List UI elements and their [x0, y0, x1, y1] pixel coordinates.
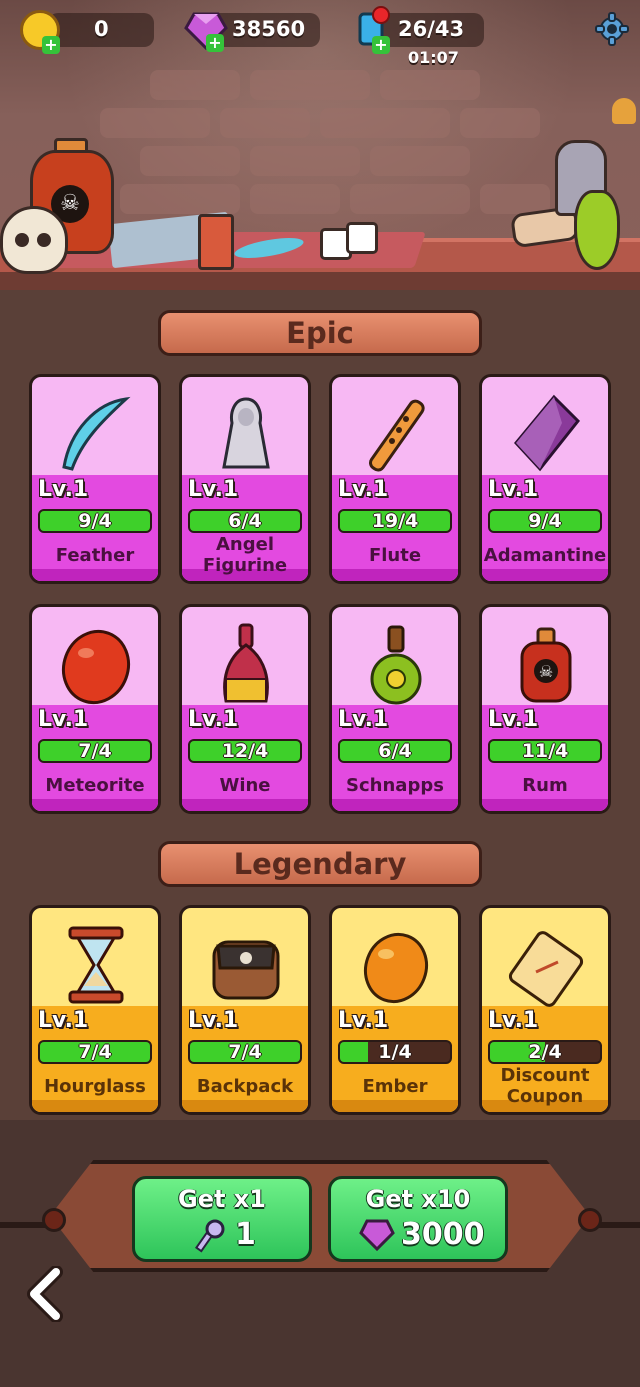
item-name: Angel Figurine	[202, 534, 288, 576]
coin-count: 0	[94, 17, 109, 41]
progress-bar: 2/4	[488, 1040, 602, 1064]
adamantine-icon	[514, 394, 581, 472]
item-card-meteorite[interactable]: Lv.1 7/4 Meteorite	[29, 604, 161, 814]
back-arrow-icon[interactable]	[22, 1266, 66, 1322]
add-gems-button[interactable]: +	[206, 34, 224, 52]
nail-icon	[42, 1208, 66, 1232]
rum-icon: ☠	[520, 627, 572, 703]
level-label: Lv.1	[488, 707, 539, 732]
level-label: Lv.1	[188, 1008, 239, 1033]
level-label: Lv.1	[188, 707, 239, 732]
progress-bar: 7/4	[38, 739, 152, 763]
nail-icon	[578, 1208, 602, 1232]
item-card-flute[interactable]: Lv.1 19/4 Flute	[329, 374, 461, 584]
item-card-discount-coupon[interactable]: Lv.1 2/4 Discount Coupon	[479, 905, 611, 1115]
progress-bar: 19/4	[338, 509, 452, 533]
button-plaque	[50, 1160, 590, 1272]
item-card-backpack[interactable]: Lv.1 7/4 Backpack	[179, 905, 311, 1115]
item-card-hourglass[interactable]: Lv.1 7/4 Hourglass	[29, 905, 161, 1115]
item-card-angel-figurine[interactable]: Lv.1 6/4 Angel Figurine	[179, 374, 311, 584]
level-label: Lv.1	[188, 477, 239, 502]
item-card-adamantine[interactable]: Lv.1 9/4 Adamantine	[479, 374, 611, 584]
feather-icon	[62, 396, 131, 471]
item-card-wine[interactable]: Lv.1 12/4 Wine	[179, 604, 311, 814]
level-label: Lv.1	[38, 1008, 89, 1033]
level-label: Lv.1	[338, 477, 389, 502]
svg-text:☠: ☠	[539, 662, 553, 681]
item-card-schnapps[interactable]: Lv.1 6/4 Schnapps	[329, 604, 461, 814]
item-name: Ember	[362, 1075, 428, 1097]
get-x1-button[interactable]: Get x1 1	[132, 1176, 312, 1262]
notification-dot	[372, 6, 390, 24]
angel-figurine-icon	[222, 397, 270, 469]
get-x10-button[interactable]: Get x10 3000	[328, 1176, 508, 1262]
item-name: Hourglass	[44, 1075, 146, 1097]
item-card-rum[interactable]: ☠ Lv.1 11/4 Rum	[479, 604, 611, 814]
legendary-section-title: Legendary	[158, 841, 482, 887]
gear-icon[interactable]	[595, 12, 629, 46]
level-label: Lv.1	[338, 707, 389, 732]
item-card-ember[interactable]: Lv.1 1/4 Ember	[329, 905, 461, 1115]
item-name: Schnapps	[346, 774, 444, 796]
item-name: Backpack	[196, 1075, 294, 1097]
progress-bar: 9/4	[38, 509, 152, 533]
schnapps-decoration	[574, 190, 620, 270]
item-name: Adamantine	[483, 544, 607, 566]
progress-bar: 1/4	[338, 1040, 452, 1064]
progress-bar: 7/4	[38, 1040, 152, 1064]
level-label: Lv.1	[38, 707, 89, 732]
level-label: Lv.1	[338, 1008, 389, 1033]
gem-count: 38560	[232, 17, 306, 41]
dice-icon	[346, 222, 378, 254]
level-label: Lv.1	[38, 477, 89, 502]
add-coins-button[interactable]: +	[42, 36, 60, 54]
get-x1-cost: 1	[235, 1217, 256, 1252]
ember-icon	[364, 932, 428, 1004]
item-name: Rum	[522, 774, 568, 796]
skull-decoration	[0, 206, 68, 274]
progress-bar: 11/4	[488, 739, 602, 763]
progress-bar: 12/4	[188, 739, 302, 763]
progress-bar: 9/4	[488, 509, 602, 533]
wine-icon	[223, 623, 269, 703]
progress-bar: 6/4	[338, 739, 452, 763]
hourglass-icon	[68, 926, 124, 1004]
level-label: Lv.1	[488, 477, 539, 502]
get-x1-label: Get x1	[178, 1185, 266, 1213]
gem-icon	[359, 1219, 395, 1251]
get-x10-label: Get x10	[365, 1185, 471, 1213]
item-name: Meteorite	[45, 774, 145, 796]
key-count: 26/43	[398, 17, 465, 41]
bell-icon[interactable]	[612, 98, 636, 124]
key-icon	[195, 1219, 225, 1253]
schnapps-icon	[370, 625, 422, 705]
meteorite-icon	[62, 629, 130, 705]
flute-icon	[368, 399, 425, 472]
epic-section-title: Epic	[158, 310, 482, 356]
item-name: Wine	[219, 774, 271, 796]
progress-bar: 7/4	[188, 1040, 302, 1064]
get-x10-cost: 3000	[401, 1217, 485, 1252]
coupon-icon	[508, 931, 584, 1007]
backpack-icon	[212, 940, 280, 1000]
item-card-feather[interactable]: Lv.1 9/4 Feather	[29, 374, 161, 584]
progress-bar: 6/4	[188, 509, 302, 533]
item-name: Feather	[55, 544, 135, 566]
item-name: Flute	[368, 544, 422, 566]
key-timer: 01:07	[408, 48, 459, 67]
level-label: Lv.1	[488, 1008, 539, 1033]
item-name: Discount Coupon	[500, 1065, 590, 1107]
hourglass-decoration	[198, 214, 234, 270]
add-keys-button[interactable]: +	[372, 36, 390, 54]
